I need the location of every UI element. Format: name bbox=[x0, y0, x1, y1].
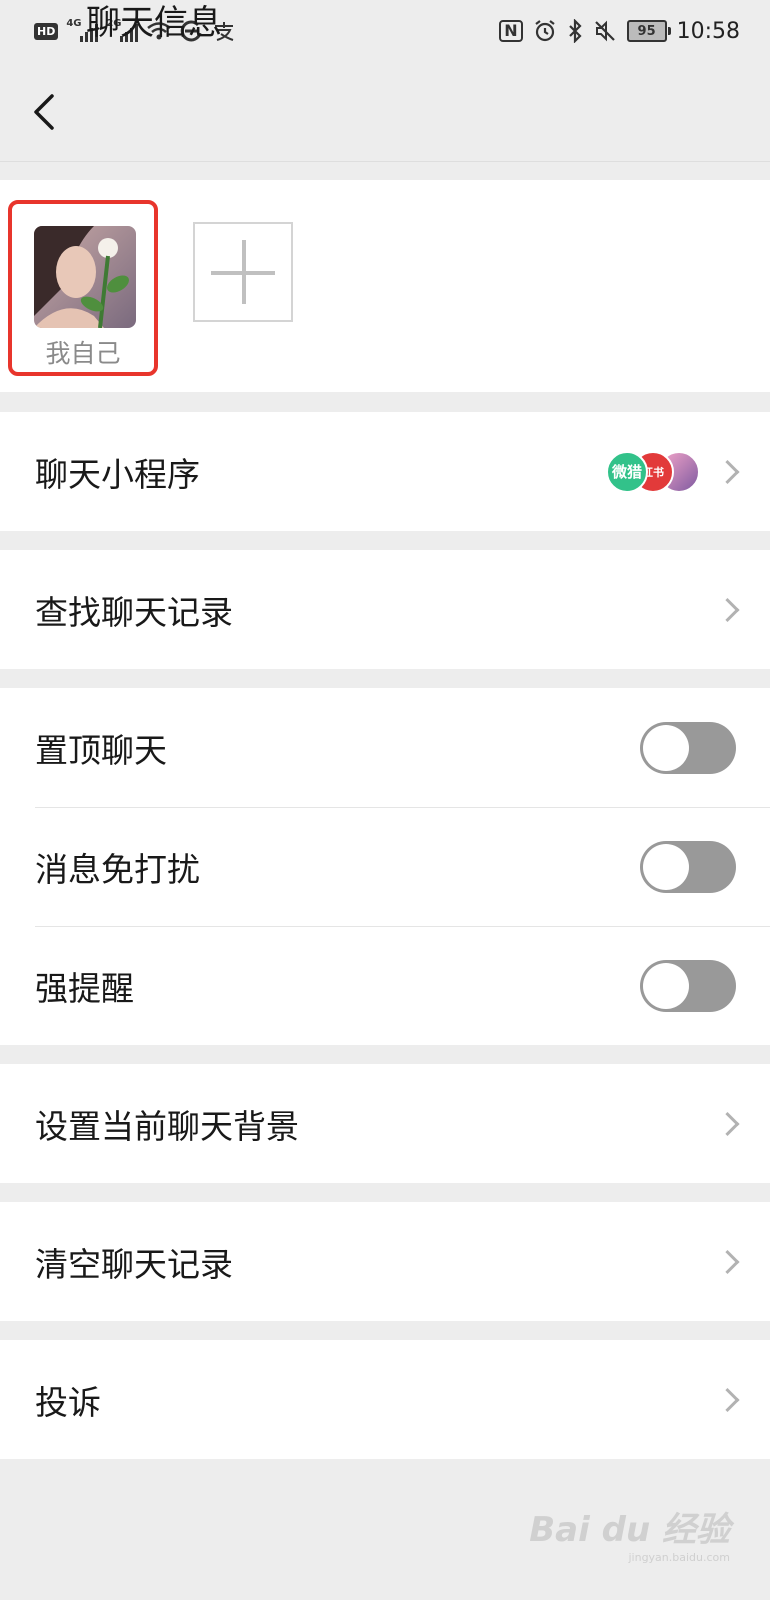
row-label: 强提醒 bbox=[35, 968, 134, 1008]
chevron-right-icon bbox=[715, 1111, 740, 1136]
strong-reminder-toggle[interactable] bbox=[640, 959, 736, 1012]
chevron-right-icon bbox=[715, 459, 740, 484]
row-search-history[interactable]: 查找聊天记录 bbox=[0, 550, 770, 669]
group-background: 设置当前聊天背景 bbox=[0, 1064, 770, 1183]
nfc-icon: N bbox=[499, 20, 523, 42]
toggle-knob bbox=[643, 724, 689, 771]
row-label: 投诉 bbox=[35, 1382, 101, 1422]
row-strong-reminder: 强提醒 bbox=[0, 926, 770, 1045]
chevron-left-icon bbox=[34, 94, 54, 130]
mini-app-1: 微猎 bbox=[606, 450, 648, 493]
row-label: 查找聊天记录 bbox=[35, 592, 233, 632]
nav-bar: 聊天信息 bbox=[0, 3, 770, 162]
chevron-right-icon bbox=[715, 1387, 740, 1412]
row-sticky-on-top: 置顶聊天 bbox=[0, 688, 770, 807]
group-toggles: 置顶聊天 消息免打扰 强提醒 bbox=[0, 688, 770, 1045]
group-mini-programs: 聊天小程序 红书 微猎 bbox=[0, 412, 770, 531]
row-report[interactable]: 投诉 bbox=[0, 1340, 770, 1459]
watermark-url: jingyan.baidu.com bbox=[628, 1551, 730, 1564]
toggle-knob bbox=[643, 962, 689, 1009]
status-right: N 95 10:58 bbox=[499, 14, 740, 48]
group-report: 投诉 bbox=[0, 1340, 770, 1459]
status-time: 10:58 bbox=[676, 18, 740, 44]
row-label: 清空聊天记录 bbox=[35, 1244, 233, 1284]
group-search: 查找聊天记录 bbox=[0, 550, 770, 669]
add-member-button[interactable] bbox=[193, 222, 293, 322]
row-label: 消息免打扰 bbox=[35, 849, 200, 889]
battery-level: 95 bbox=[637, 23, 656, 39]
member-name: 我自己 bbox=[45, 339, 121, 368]
group-clear: 清空聊天记录 bbox=[0, 1202, 770, 1321]
row-set-background[interactable]: 设置当前聊天背景 bbox=[0, 1064, 770, 1183]
mute-icon bbox=[594, 20, 615, 42]
avatar bbox=[34, 226, 136, 328]
chat-members: 我自己 bbox=[0, 180, 770, 392]
member-self[interactable]: 我自己 bbox=[8, 200, 158, 376]
sticky-toggle[interactable] bbox=[640, 721, 736, 774]
back-button[interactable] bbox=[28, 90, 64, 134]
watermark-brand: Bai du 经验 bbox=[529, 1510, 730, 1550]
alarm-icon bbox=[534, 20, 555, 42]
page-title: 聊天信息 bbox=[86, 3, 222, 43]
watermark: Bai du 经验 jingyan.baidu.com bbox=[529, 1502, 730, 1564]
toggle-knob bbox=[643, 843, 689, 890]
mini-app-icons: 红书 微猎 bbox=[606, 450, 700, 493]
row-label: 聊天小程序 bbox=[35, 454, 200, 494]
row-label: 设置当前聊天背景 bbox=[35, 1106, 299, 1146]
bluetooth-icon bbox=[568, 19, 582, 43]
mute-toggle[interactable] bbox=[640, 840, 736, 893]
row-clear-history[interactable]: 清空聊天记录 bbox=[0, 1202, 770, 1321]
hd-badge: HD bbox=[34, 22, 59, 40]
row-mute: 消息免打扰 bbox=[0, 807, 770, 926]
battery-icon: 95 bbox=[626, 20, 671, 42]
chevron-right-icon bbox=[715, 1249, 740, 1274]
chevron-right-icon bbox=[715, 597, 740, 622]
row-mini-programs[interactable]: 聊天小程序 红书 微猎 bbox=[0, 412, 770, 531]
row-label: 置顶聊天 bbox=[35, 730, 167, 770]
